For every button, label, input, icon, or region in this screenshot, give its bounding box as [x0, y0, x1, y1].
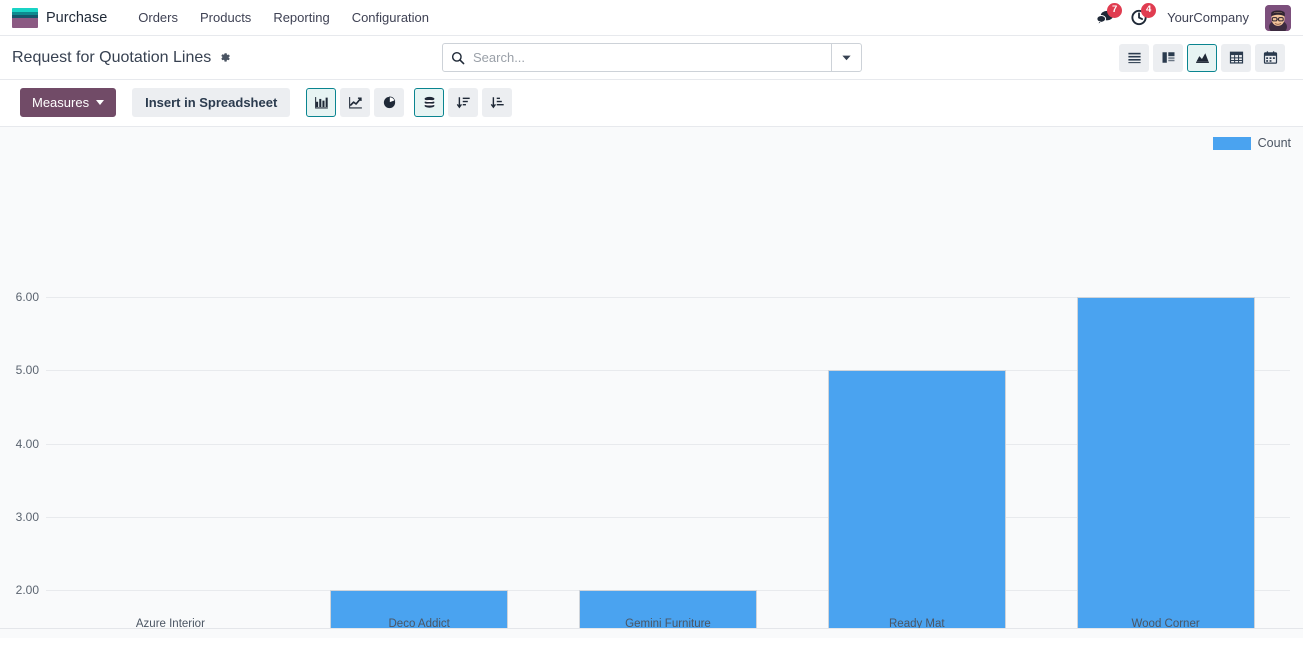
menu-item-reporting[interactable]: Reporting	[262, 2, 340, 33]
measures-label: Measures	[32, 95, 90, 110]
breadcrumb: Request for Quotation Lines	[12, 49, 231, 67]
legend-swatch-count[interactable]	[1212, 136, 1251, 150]
chart-bars	[46, 127, 1290, 638]
activities-button[interactable]: 4	[1125, 2, 1157, 32]
chevron-down-icon	[96, 100, 105, 105]
menu-item-orders[interactable]: Orders	[127, 2, 189, 33]
main-menu: Orders Products Reporting Configuration	[127, 2, 440, 33]
list-view-button[interactable]	[1119, 43, 1149, 72]
chart-plot: 0.001.002.003.004.005.006.00 Azure Inter…	[0, 127, 1303, 638]
pivot-view-button[interactable]	[1221, 43, 1251, 72]
messages-badge: 7	[1107, 2, 1123, 18]
chart-bar[interactable]	[1076, 297, 1255, 638]
activities-badge: 4	[1141, 2, 1157, 18]
y-axis-tick-label: 5.00	[15, 363, 39, 378]
view-switcher	[1119, 43, 1285, 72]
graph-chart-area: Count 0.001.002.003.004.005.006.00 Azure…	[0, 127, 1303, 638]
line-chart-button[interactable]	[340, 88, 371, 117]
chart-bottom-strip	[0, 628, 1303, 638]
graph-toolbar: Measures Insert in Spreadsheet	[0, 80, 1303, 127]
sort-descending-button[interactable]	[448, 88, 479, 117]
company-switcher[interactable]: YourCompany	[1159, 4, 1257, 31]
user-avatar[interactable]	[1265, 4, 1291, 31]
kanban-view-button[interactable]	[1153, 43, 1183, 72]
legend-label-count: Count	[1257, 136, 1291, 150]
page-title: Request for Quotation Lines	[12, 48, 212, 66]
sort-ascending-button[interactable]	[482, 88, 513, 117]
bar-chart-button[interactable]	[306, 88, 337, 117]
chart-bar[interactable]	[827, 370, 1006, 638]
control-panel-top-row: Request for Quotation Lines	[0, 36, 1303, 79]
measures-dropdown-button[interactable]: Measures	[20, 88, 117, 117]
search-input[interactable]	[473, 44, 831, 71]
gear-icon[interactable]	[218, 51, 231, 64]
y-axis-tick-label: 4.00	[15, 436, 39, 451]
menu-item-configuration[interactable]: Configuration	[341, 2, 440, 33]
y-axis-tick-label: 6.00	[15, 290, 39, 304]
y-axis-tick-label: 2.00	[15, 583, 39, 598]
menu-item-products[interactable]: Products	[189, 2, 262, 33]
pie-chart-button[interactable]	[374, 88, 405, 117]
y-axis: 0.001.002.003.004.005.006.00	[0, 127, 46, 638]
search-icon	[443, 51, 473, 65]
odoo-logo-icon[interactable]	[12, 7, 38, 28]
app-name[interactable]: Purchase	[46, 10, 107, 26]
control-panel: Request for Quotation Lines	[0, 36, 1303, 80]
chart-legend: Count	[1212, 136, 1291, 150]
graph-view-button[interactable]	[1187, 43, 1217, 72]
chart-type-button-group	[306, 88, 405, 117]
navbar-right-section: 7 4 YourCompany	[1091, 2, 1295, 32]
messages-button[interactable]: 7	[1091, 2, 1123, 32]
graph-options-button-group	[414, 88, 513, 117]
search-dropdown-toggle[interactable]	[831, 44, 861, 71]
calendar-view-button[interactable]	[1255, 43, 1285, 72]
y-axis-tick-label: 3.00	[15, 510, 39, 524]
insert-in-spreadsheet-button[interactable]: Insert in Spreadsheet	[132, 88, 291, 117]
top-navbar: Purchase Orders Products Reporting Confi…	[0, 0, 1303, 36]
search-view	[442, 43, 862, 72]
stacked-button[interactable]	[414, 88, 445, 117]
